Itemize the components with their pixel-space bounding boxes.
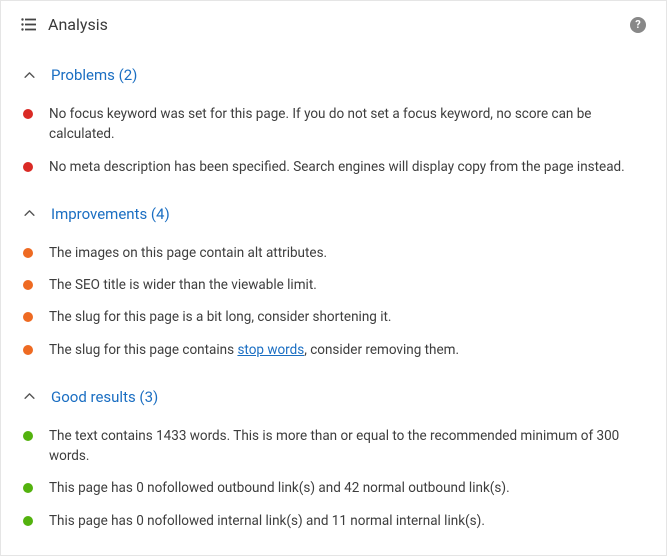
item-text: No meta description has been specified. … (49, 157, 644, 177)
chevron-up-icon (23, 391, 35, 403)
item-text: The slug for this page is a bit long, co… (49, 307, 644, 327)
list-item: The text contains 1433 words. This is mo… (21, 420, 646, 473)
section-improvements: Improvements (4) The images on this page … (21, 201, 646, 366)
item-text-after: , consider removing them. (304, 342, 459, 358)
section-title: Good results (3) (51, 388, 158, 406)
section-items: No focus keyword was set for this page. … (21, 98, 646, 183)
item-text: The text contains 1433 words. This is mo… (49, 426, 644, 467)
status-bullet-orange (23, 312, 33, 322)
section-toggle-good[interactable]: Good results (3) (23, 384, 646, 410)
status-bullet-green (23, 431, 33, 441)
section-items: The images on this page contain alt attr… (21, 237, 646, 366)
status-bullet-orange (23, 248, 33, 258)
section-items: The text contains 1433 words. This is mo… (21, 420, 646, 537)
item-text: The slug for this page contains stop wor… (49, 340, 644, 360)
item-text: No focus keyword was set for this page. … (49, 104, 644, 145)
chevron-up-icon (23, 69, 35, 81)
list-item: The slug for this page is a bit long, co… (21, 301, 646, 333)
section-toggle-improvements[interactable]: Improvements (4) (23, 201, 646, 227)
help-icon[interactable]: ? (630, 17, 646, 33)
section-toggle-problems[interactable]: Problems (2) (23, 62, 646, 88)
list-item: No meta description has been specified. … (21, 151, 646, 183)
item-text: The SEO title is wider than the viewable… (49, 275, 644, 295)
item-text: This page has 0 nofollowed internal link… (49, 511, 644, 531)
item-text: The images on this page contain alt attr… (49, 243, 644, 263)
panel-header: Analysis ? (1, 1, 666, 40)
list-item: This page has 0 nofollowed outbound link… (21, 472, 646, 504)
panel-title: Analysis (48, 15, 618, 34)
chevron-up-icon (23, 208, 35, 220)
status-bullet-red (23, 109, 33, 119)
status-bullet-orange (23, 280, 33, 290)
list-item: The SEO title is wider than the viewable… (21, 269, 646, 301)
status-bullet-green (23, 516, 33, 526)
stop-words-link[interactable]: stop words (237, 342, 304, 358)
section-problems: Problems (2) No focus keyword was set for… (21, 62, 646, 183)
list-item: The slug for this page contains stop wor… (21, 334, 646, 366)
status-bullet-orange (23, 345, 33, 355)
analysis-panel: Analysis ? Problems (2) No focus keyword … (0, 0, 667, 556)
list-icon (21, 18, 36, 31)
item-text: This page has 0 nofollowed outbound link… (49, 478, 644, 498)
list-item: The images on this page contain alt attr… (21, 237, 646, 269)
item-text-before: The slug for this page contains (49, 342, 237, 358)
sections-container: Problems (2) No focus keyword was set for… (1, 40, 666, 555)
section-title: Problems (2) (51, 66, 137, 84)
status-bullet-red (23, 162, 33, 172)
section-good: Good results (3) The text contains 1433 w… (21, 384, 646, 537)
list-item: This page has 0 nofollowed internal link… (21, 505, 646, 537)
section-title: Improvements (4) (51, 205, 170, 223)
list-item: No focus keyword was set for this page. … (21, 98, 646, 151)
status-bullet-green (23, 483, 33, 493)
